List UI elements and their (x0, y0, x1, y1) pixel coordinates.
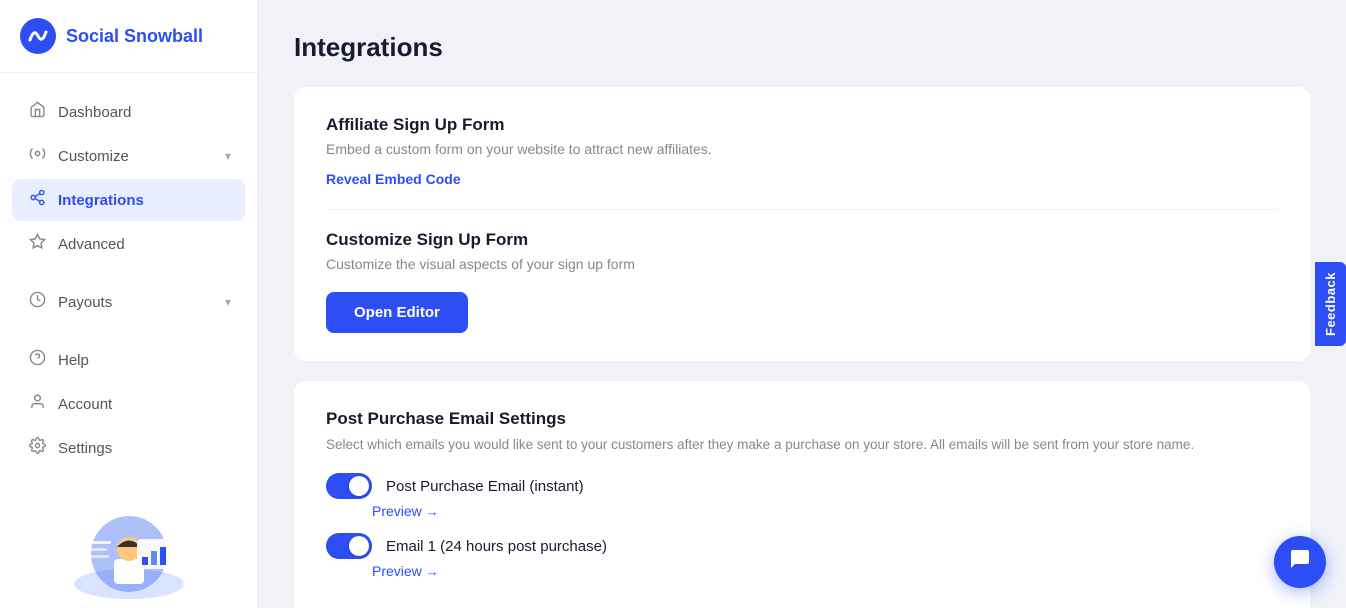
affiliate-signup-section: Affiliate Sign Up Form Embed a custom fo… (326, 115, 1278, 189)
sidebar-logo: Social Snowball (0, 0, 257, 73)
feedback-button[interactable]: Feedback (1315, 262, 1346, 346)
affiliate-section-desc: Embed a custom form on your website to a… (326, 141, 1278, 157)
sidebar-nav: Dashboard Customize ▾ Integrations Advan… (0, 73, 257, 489)
reveal-embed-link[interactable]: Reveal Embed Code (326, 171, 461, 187)
preview-24hr-arrow: → (426, 564, 439, 579)
toggle-instant[interactable] (326, 473, 372, 499)
home-icon (26, 101, 48, 123)
sidebar-item-label: Advanced (58, 236, 125, 253)
toggle-24hr[interactable] (326, 533, 372, 559)
preview-instant-text: Preview (372, 503, 422, 519)
feedback-side-tab[interactable]: Feedback (1315, 262, 1346, 346)
chevron-down-icon: ▾ (225, 149, 231, 163)
sidebar-item-dashboard[interactable]: Dashboard (12, 91, 245, 133)
toggle-row-24hr: Email 1 (24 hours post purchase) (326, 533, 1278, 559)
sidebar-item-label: Payouts (58, 294, 112, 311)
help-icon (26, 349, 48, 371)
preview-24hr-link[interactable]: Preview → (372, 563, 1278, 579)
sidebar-item-label: Settings (58, 440, 112, 457)
sidebar-item-payouts[interactable]: Payouts ▾ (12, 281, 245, 323)
sidebar-item-label: Dashboard (58, 104, 131, 121)
sidebar-item-label: Help (58, 352, 89, 369)
integrations-icon (26, 189, 48, 211)
post-purchase-desc: Select which emails you would like sent … (326, 435, 1278, 455)
chat-icon (1288, 547, 1312, 577)
logo-icon (20, 18, 56, 54)
preview-24hr-text: Preview (372, 563, 422, 579)
sidebar-item-settings[interactable]: Settings (12, 427, 245, 469)
card-divider (326, 209, 1278, 210)
preview-instant-arrow: → (426, 504, 439, 519)
settings-icon (26, 437, 48, 459)
customize-section-title: Customize Sign Up Form (326, 230, 1278, 250)
customize-section-desc: Customize the visual aspects of your sig… (326, 256, 1278, 272)
toggle-24hr-label: Email 1 (24 hours post purchase) (386, 538, 607, 555)
customize-signup-section: Customize Sign Up Form Customize the vis… (326, 230, 1278, 333)
chevron-down-icon: ▾ (225, 295, 231, 309)
sidebar: Social Snowball Dashboard Customize ▾ In… (0, 0, 258, 608)
payouts-icon (26, 291, 48, 313)
chat-bubble-button[interactable] (1274, 536, 1326, 588)
preview-instant-link[interactable]: Preview → (372, 503, 1278, 519)
post-purchase-title: Post Purchase Email Settings (326, 409, 1278, 429)
illustration-svg (59, 499, 199, 599)
sidebar-item-customize[interactable]: Customize ▾ (12, 135, 245, 177)
signup-form-card: Affiliate Sign Up Form Embed a custom fo… (294, 87, 1310, 361)
sidebar-item-integrations[interactable]: Integrations (12, 179, 245, 221)
toggle-row-instant: Post Purchase Email (instant) (326, 473, 1278, 499)
sidebar-item-label: Account (58, 396, 112, 413)
advanced-icon (26, 233, 48, 255)
post-purchase-card: Post Purchase Email Settings Select whic… (294, 381, 1310, 608)
open-editor-button[interactable]: Open Editor (326, 292, 468, 333)
app-name: Social Snowball (66, 26, 203, 47)
toggle-instant-label: Post Purchase Email (instant) (386, 478, 584, 495)
page-title: Integrations (294, 32, 1310, 63)
main-content: Integrations Affiliate Sign Up Form Embe… (258, 0, 1346, 608)
sidebar-item-label: Customize (58, 148, 129, 165)
account-icon (26, 393, 48, 415)
sidebar-item-advanced[interactable]: Advanced (12, 223, 245, 265)
customize-icon (26, 145, 48, 167)
affiliate-section-title: Affiliate Sign Up Form (326, 115, 1278, 135)
sidebar-item-help[interactable]: Help (12, 339, 245, 381)
sidebar-item-account[interactable]: Account (12, 383, 245, 425)
sidebar-item-label: Integrations (58, 192, 144, 209)
sidebar-illustration (0, 489, 257, 608)
